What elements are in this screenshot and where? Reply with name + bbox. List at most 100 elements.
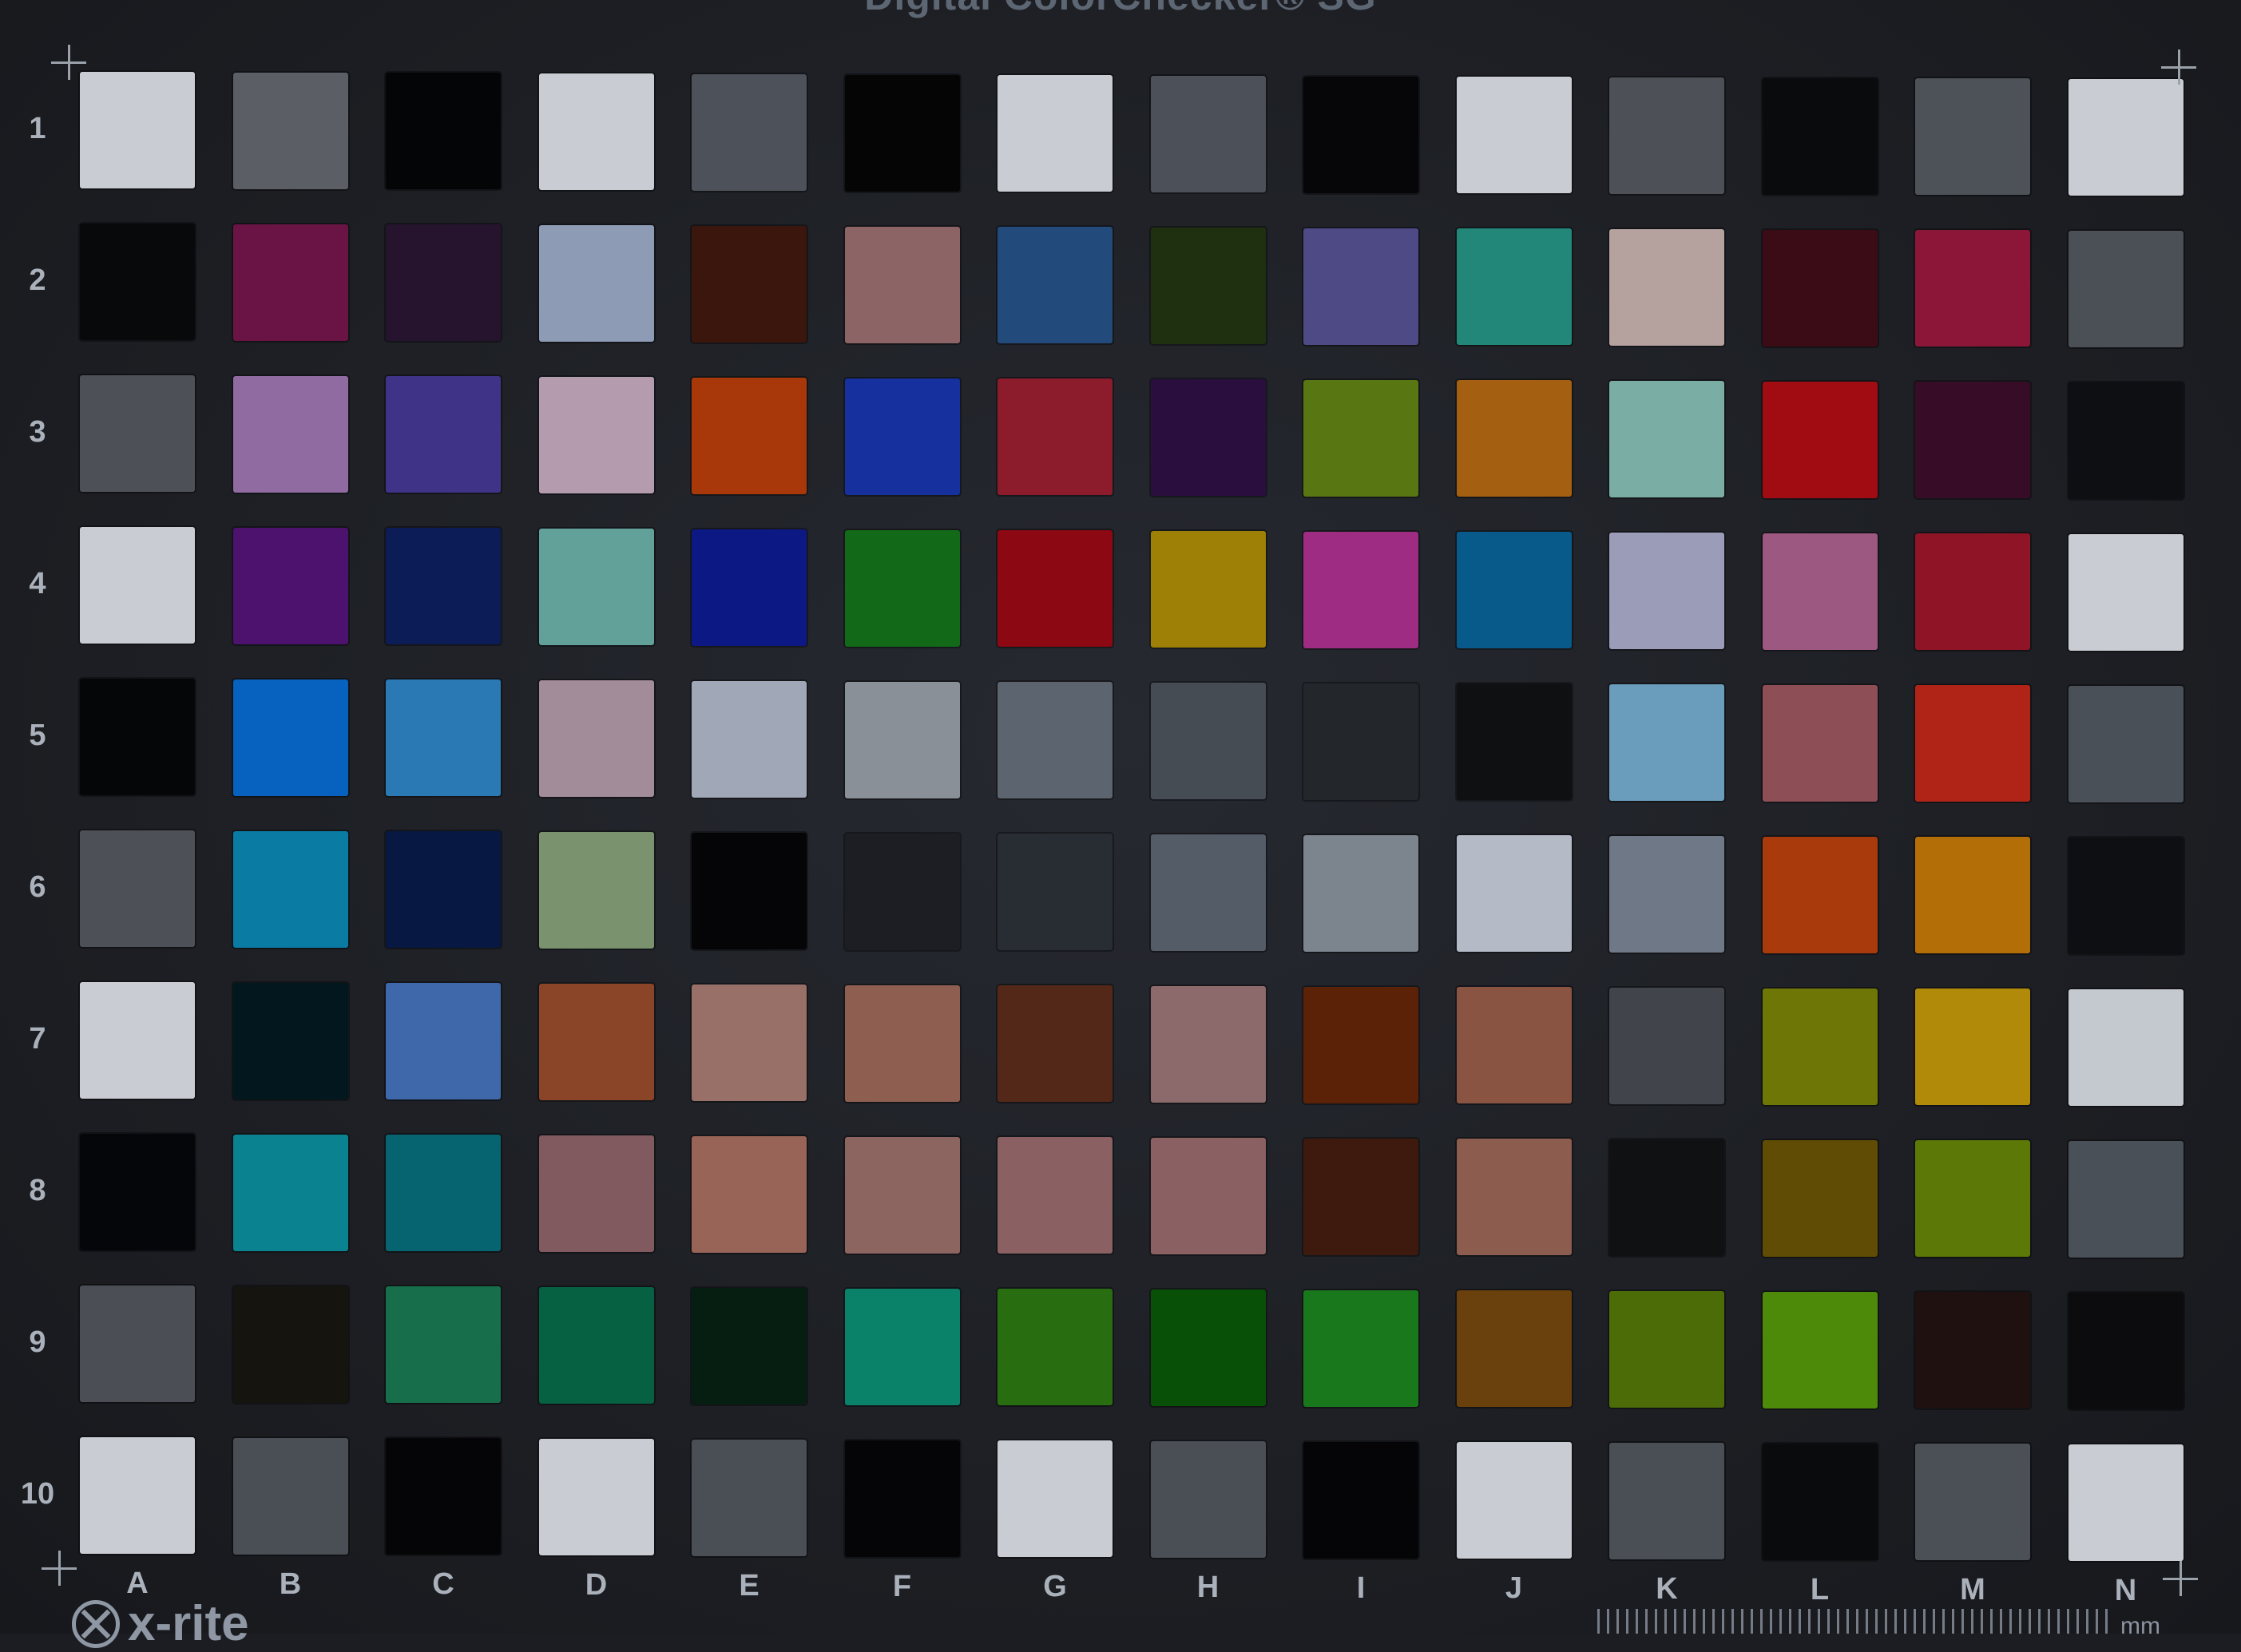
color-patch-H1 [1150,75,1266,192]
color-patch-B3 [232,375,348,493]
registration-mark-top-right [2161,50,2196,85]
color-patch-E8 [692,1135,807,1253]
color-patch-J4 [1456,532,1572,649]
color-patch-G1 [998,75,1113,192]
color-patch-I10 [1303,1441,1418,1559]
color-patch-A8 [80,1134,195,1250]
color-patch-G10 [998,1440,1113,1558]
color-patch-D10 [538,1439,654,1556]
color-patch-J9 [1456,1290,1572,1408]
color-patch-D9 [538,1287,654,1404]
row-label: 6 [29,870,46,904]
color-patch-K1 [1609,77,1724,194]
color-patch-C1 [386,73,501,190]
color-patch-E3 [692,377,807,494]
color-patch-C7 [386,983,501,1100]
color-patch-E6 [692,832,807,949]
color-patch-B4 [232,527,348,644]
color-patch-L1 [1762,77,1878,195]
color-patch-B8 [232,1134,348,1251]
color-patch-J1 [1456,77,1572,194]
color-patch-A5 [80,679,195,795]
color-patch-F4 [844,529,960,647]
color-patch-A9 [80,1286,195,1402]
row-label: 5 [29,719,46,752]
color-patch-N1 [2068,79,2183,196]
color-patch-M6 [1915,837,2030,954]
column-label: E [739,1568,760,1602]
color-patch-C6 [386,831,501,949]
color-patch-L9 [1762,1291,1878,1408]
color-patch-L8 [1762,1139,1878,1257]
color-patch-D1 [538,73,654,191]
column-label: L [1810,1572,1830,1606]
ruler-scale [1597,1609,2108,1634]
color-patch-F7 [844,984,960,1102]
color-patch-K8 [1609,1139,1724,1256]
color-patch-J6 [1456,835,1572,953]
color-patch-C3 [386,376,501,493]
color-patch-N3 [2068,382,2183,500]
color-patch-B9 [232,1286,348,1403]
color-patch-J7 [1456,987,1572,1104]
color-patch-H5 [1150,682,1266,799]
color-patch-I3 [1303,379,1418,497]
registration-mark-bottom-left [42,1551,77,1586]
column-label: N [2114,1574,2137,1608]
color-patch-L7 [1762,988,1878,1105]
color-patch-A10 [80,1437,195,1554]
color-patch-J10 [1456,1442,1572,1559]
brand-name: x-rite [128,1596,249,1651]
color-patch-D4 [538,529,654,646]
color-patch-J8 [1456,1139,1572,1256]
color-patch-N2 [2068,231,2183,348]
color-patch-H10 [1150,1440,1266,1558]
color-patch-L4 [1762,533,1878,650]
color-patch-N10 [2068,1444,2183,1562]
column-label: B [279,1567,302,1601]
color-patch-G9 [998,1289,1113,1406]
color-patch-K9 [1609,1291,1724,1408]
color-patch-A2 [80,224,195,340]
color-patch-M3 [1915,382,2030,499]
color-patch-N8 [2068,1141,2183,1258]
color-patch-B5 [232,679,348,796]
color-patch-D6 [538,832,654,949]
color-patch-H6 [1150,834,1266,951]
color-patch-G7 [998,985,1113,1103]
color-patch-F8 [844,1136,960,1254]
color-patch-M8 [1915,1140,2030,1258]
color-patch-M1 [1915,78,2030,196]
color-patch-H4 [1150,530,1266,648]
row-label: 1 [29,112,46,145]
color-patch-B10 [232,1437,348,1555]
row-label: 10 [20,1477,55,1511]
column-label: H [1196,1570,1220,1604]
row-label: 4 [29,567,46,600]
color-patch-K3 [1609,381,1724,497]
color-patch-D3 [538,377,654,494]
color-patch-J5 [1456,683,1572,801]
color-patch-K10 [1609,1443,1724,1559]
column-label: C [432,1567,454,1602]
column-label: D [585,1568,608,1602]
color-patch-G4 [998,530,1113,648]
color-patch-E2 [692,225,807,343]
color-patch-J2 [1456,228,1572,346]
color-patch-G3 [998,378,1113,496]
xrite-logo-icon [72,1599,120,1648]
color-patch-A1 [80,72,195,188]
color-patch-B2 [232,224,348,341]
color-patch-D5 [538,680,654,798]
chart-title: Digital ColorChecker® SG [0,0,2241,19]
registration-mark-top-left [51,45,86,80]
color-patch-H7 [1150,985,1266,1103]
color-patch-F10 [844,1440,960,1557]
color-patch-M9 [1915,1292,2030,1409]
color-patch-B6 [232,830,348,948]
color-patch-C10 [386,1438,501,1555]
row-label: 2 [29,263,46,297]
color-patch-L2 [1762,229,1878,347]
color-patch-C4 [386,528,501,645]
color-patch-E7 [692,984,807,1101]
